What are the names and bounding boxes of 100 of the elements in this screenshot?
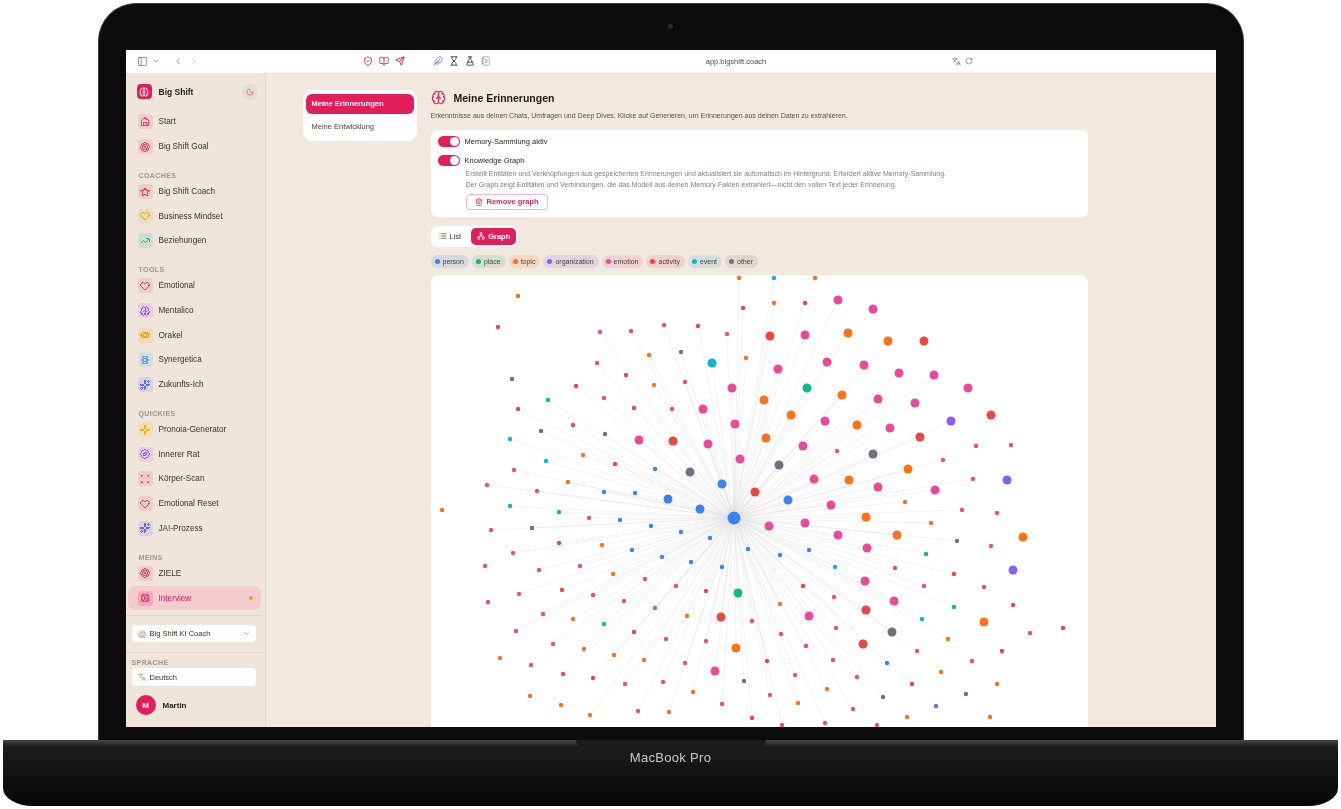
- graph-node[interactable]: [513, 628, 518, 633]
- graph-node[interactable]: [894, 368, 903, 377]
- graph-node[interactable]: [515, 406, 520, 411]
- graph-node[interactable]: [684, 613, 689, 618]
- graph-node[interactable]: [663, 494, 672, 503]
- graph-node[interactable]: [938, 669, 943, 674]
- graph-node[interactable]: [528, 662, 533, 667]
- graph-node[interactable]: [988, 543, 993, 548]
- graph-node[interactable]: [577, 563, 582, 568]
- book-icon[interactable]: [378, 56, 389, 66]
- graph-node[interactable]: [994, 510, 999, 515]
- graph-node[interactable]: [1008, 442, 1013, 447]
- graph-node[interactable]: [765, 331, 774, 340]
- graph-node[interactable]: [641, 657, 646, 662]
- graph-node[interactable]: [610, 571, 615, 576]
- graph-node[interactable]: [979, 617, 988, 626]
- nav-item[interactable]: Business Mindset: [127, 203, 261, 229]
- graph-node[interactable]: [1002, 475, 1011, 484]
- graph-node[interactable]: [885, 423, 894, 432]
- graph-node[interactable]: [779, 722, 784, 727]
- graph-node[interactable]: [880, 694, 885, 699]
- graph-node[interactable]: [928, 520, 933, 525]
- graph-node[interactable]: [822, 357, 831, 366]
- graph-node[interactable]: [887, 627, 896, 636]
- graph-node[interactable]: [617, 517, 622, 522]
- graph-node[interactable]: [914, 648, 919, 653]
- graph-node[interactable]: [800, 583, 805, 588]
- graph-node[interactable]: [930, 485, 939, 494]
- nav-item[interactable]: Emotional: [127, 273, 261, 299]
- graph-node[interactable]: [632, 490, 637, 495]
- toggle-switch[interactable]: [437, 136, 460, 147]
- graph-node[interactable]: [573, 383, 578, 388]
- graph-node[interactable]: [622, 681, 627, 686]
- graph-node[interactable]: [892, 565, 897, 570]
- graph-node[interactable]: [800, 518, 809, 527]
- graph-node[interactable]: [648, 523, 653, 528]
- graph-node[interactable]: [771, 300, 776, 305]
- graph-node[interactable]: [516, 591, 521, 596]
- graph-node[interactable]: [631, 629, 636, 634]
- graph-node[interactable]: [833, 530, 842, 539]
- graph-node[interactable]: [969, 658, 974, 663]
- graph-node[interactable]: [717, 479, 726, 488]
- graph-node[interactable]: [951, 571, 956, 576]
- graph-node[interactable]: [884, 660, 889, 665]
- graph-node[interactable]: [663, 636, 668, 641]
- graph-node[interactable]: [741, 678, 746, 683]
- graph-node[interactable]: [973, 443, 978, 448]
- graph-node[interactable]: [852, 420, 861, 429]
- graph-node[interactable]: [862, 543, 871, 552]
- graph-node[interactable]: [612, 461, 617, 466]
- graph-node[interactable]: [731, 643, 740, 652]
- feather-icon[interactable]: [432, 56, 443, 66]
- nav-item[interactable]: ZIELE: [127, 561, 261, 586]
- graph-node[interactable]: [933, 703, 938, 708]
- graph-node[interactable]: [800, 330, 809, 339]
- graph-node[interactable]: [703, 439, 712, 448]
- graph-node[interactable]: [580, 452, 585, 457]
- graph-node[interactable]: [634, 435, 643, 444]
- graph-node[interactable]: [986, 410, 995, 419]
- chevron-down-icon[interactable]: [151, 57, 160, 65]
- graph-node[interactable]: [837, 390, 846, 399]
- graph-node[interactable]: [783, 495, 792, 504]
- graph-node[interactable]: [703, 638, 708, 643]
- graph-node[interactable]: [792, 672, 797, 677]
- graph-node[interactable]: [904, 714, 909, 719]
- graph-node[interactable]: [587, 712, 592, 717]
- graph-node[interactable]: [1018, 532, 1027, 541]
- graph-node[interactable]: [497, 655, 502, 660]
- graph-node[interactable]: [786, 410, 795, 419]
- graph-node[interactable]: [646, 352, 651, 357]
- graph-node[interactable]: [859, 360, 868, 369]
- shield-icon[interactable]: [362, 56, 373, 66]
- graph-node[interactable]: [764, 658, 769, 663]
- graph-node[interactable]: [594, 360, 599, 365]
- graph-node[interactable]: [599, 542, 604, 547]
- graph-node[interactable]: [635, 708, 640, 713]
- graph-node[interactable]: [507, 503, 512, 508]
- graph-node[interactable]: [820, 416, 829, 425]
- graph-node[interactable]: [621, 598, 626, 603]
- graph-node[interactable]: [629, 547, 634, 552]
- graph-node[interactable]: [510, 550, 515, 555]
- graph-node[interactable]: [570, 422, 575, 427]
- graph-node[interactable]: [850, 706, 855, 711]
- graph-node[interactable]: [951, 604, 956, 609]
- graph-node[interactable]: [540, 611, 545, 616]
- graph-node[interactable]: [946, 416, 955, 425]
- graph-node[interactable]: [832, 564, 837, 569]
- graph-node[interactable]: [743, 355, 748, 360]
- graph-node[interactable]: [556, 509, 561, 514]
- graph-node[interactable]: [868, 304, 877, 313]
- graph-node[interactable]: [749, 618, 754, 623]
- graph-node[interactable]: [923, 551, 928, 556]
- graph-node[interactable]: [749, 715, 754, 720]
- nav-item[interactable]: Mentalico: [127, 298, 261, 323]
- reload-icon[interactable]: [964, 57, 973, 65]
- graph-node[interactable]: [1010, 602, 1015, 607]
- graph-node[interactable]: [773, 364, 782, 373]
- graph-node[interactable]: [515, 293, 520, 298]
- graph-node[interactable]: [909, 681, 914, 686]
- graph-node[interactable]: [558, 702, 563, 707]
